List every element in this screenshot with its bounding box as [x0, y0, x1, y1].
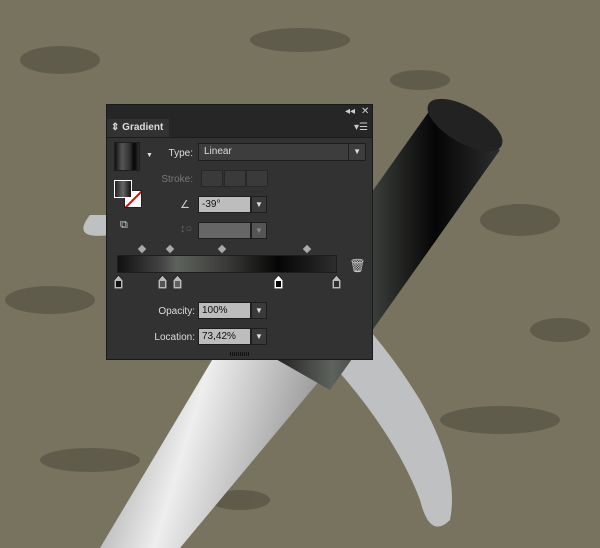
panel-titlebar[interactable]: ◂◂ ✕ [107, 105, 372, 119]
resize-grip[interactable] [230, 352, 250, 356]
angle-input[interactable]: -39° [198, 196, 251, 213]
type-select[interactable]: Linear ▼ [198, 143, 366, 161]
updown-icon: ⇕ [111, 122, 120, 133]
trash-icon[interactable]: 🗑 [349, 258, 366, 274]
fill-swatch[interactable] [114, 180, 132, 198]
tab-gradient[interactable]: ⇕ Gradient [107, 119, 169, 137]
opacity-input[interactable]: 100% [198, 302, 251, 319]
double-chevron-left-icon[interactable]: ◂◂ [345, 105, 355, 119]
angle-icon: ∠ [180, 199, 190, 211]
color-stop[interactable] [172, 274, 183, 290]
aspect-ratio-dropdown: ▼ [251, 222, 267, 239]
color-stop[interactable] [273, 274, 284, 290]
reverse-gradient-icon[interactable]: ⧉ [120, 219, 128, 232]
aspect-ratio-input [198, 222, 251, 239]
chevron-down-icon: ▼ [348, 144, 361, 160]
color-stop[interactable] [113, 274, 124, 290]
gradient-swatch[interactable] [114, 142, 140, 171]
color-stop[interactable] [331, 274, 342, 290]
gradient-slider[interactable] [117, 255, 337, 273]
location-dropdown[interactable]: ▼ [251, 328, 267, 345]
aspect-ratio-icon: ↕○ [180, 223, 193, 235]
location-input[interactable]: 73,42% [198, 328, 251, 345]
panel-menu-icon[interactable]: ▾☰ [354, 122, 368, 133]
angle-dropdown[interactable]: ▼ [251, 196, 267, 213]
stroke-within-button [201, 170, 223, 187]
close-icon[interactable]: ✕ [361, 105, 369, 119]
stroke-along-button [224, 170, 246, 187]
opacity-dropdown[interactable]: ▼ [251, 302, 267, 319]
stroke-across-button [246, 170, 268, 187]
color-stop[interactable] [157, 274, 168, 290]
